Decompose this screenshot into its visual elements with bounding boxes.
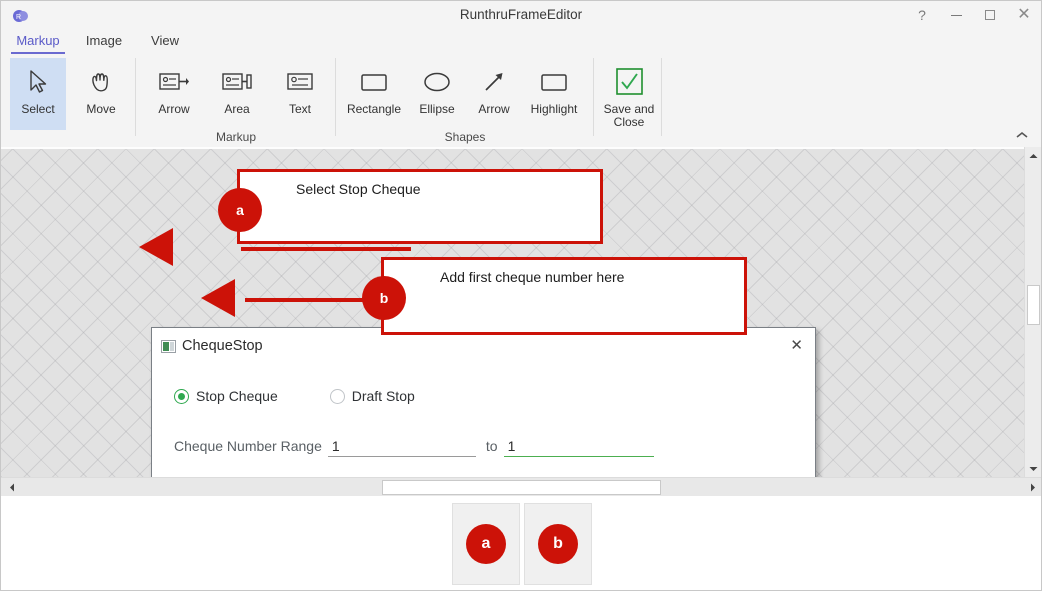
close-button[interactable]: ✕ (1007, 1, 1041, 29)
thumbnail-b-badge: b (538, 523, 578, 564)
radio-stop-cheque[interactable] (174, 388, 189, 404)
markup-text-label: Text (288, 102, 311, 116)
radio-stop-cheque-label: Stop Cheque (196, 388, 278, 404)
callout-area-icon (221, 62, 253, 102)
markup-arrow-button[interactable]: Arrow (146, 58, 202, 130)
ribbon-group-shapes: Rectangle Ellipse Arrow Highlight Shapes (336, 54, 594, 147)
thumbnail-a[interactable]: a (452, 502, 520, 585)
caret-right-icon[interactable] (1024, 478, 1041, 497)
tool-move-label: Move (86, 102, 116, 116)
vertical-scroll-thumb[interactable] (1027, 285, 1040, 325)
ellipse-icon (420, 62, 454, 102)
canvas-horizontal-scrollbar[interactable] (1, 477, 1041, 497)
ribbon-group-tools: Select Move (1, 54, 136, 147)
annotation-b-badge: b (362, 276, 406, 320)
highlight-rectangle-icon (537, 62, 571, 102)
cheque-number-range-row: Cheque Number Range 1 to 1 (174, 438, 654, 457)
hand-icon (88, 62, 114, 102)
ribbon-tabs: Markup Image View (1, 29, 1041, 55)
shape-ellipse-label: Ellipse (419, 102, 455, 116)
markup-text-button[interactable]: Text (272, 58, 328, 130)
shape-highlight-label: Highlight (530, 102, 578, 116)
shape-rectangle-button[interactable]: Rectangle (342, 58, 406, 130)
stop-type-radio-group: Stop Cheque Draft Stop (174, 388, 415, 404)
radio-draft-stop-label: Draft Stop (351, 388, 415, 404)
app-window: R RunthruFrameEditor ? ✕ Markup Image Vi… (0, 0, 1042, 591)
window-title: RunthruFrameEditor (459, 7, 583, 22)
group-divider (661, 58, 662, 136)
close-icon: ✕ (1017, 6, 1031, 23)
cheque-range-from-input[interactable]: 1 (327, 438, 476, 457)
markup-arrow-label: Arrow (158, 102, 190, 116)
thumbnail-b[interactable]: b (524, 502, 592, 585)
shape-highlight-button[interactable]: Highlight (522, 58, 586, 130)
editor-canvas[interactable]: ChequeStop ✕ Stop Cheque Draft Stop Cheq… (1, 147, 1041, 477)
tool-select-button[interactable]: Select (10, 58, 66, 130)
annotation-a-connector (241, 247, 411, 251)
maximize-icon (985, 10, 995, 20)
callout-arrow-icon (158, 62, 190, 102)
window-controls: ? ✕ (905, 1, 1041, 29)
chevron-up-icon[interactable] (1015, 129, 1029, 141)
radio-draft-stop[interactable] (329, 388, 345, 404)
green-checkmark-icon (613, 62, 645, 102)
annotation-a-text: Select Stop Cheque (296, 181, 421, 197)
annotation-a-badge: a (218, 188, 262, 232)
thumbnail-a-badge: a (466, 523, 506, 564)
chequestop-close-icon[interactable]: ✕ (790, 338, 803, 353)
canvas-vertical-scrollbar[interactable] (1024, 147, 1041, 477)
annotation-b-text: Add first cheque number here (440, 269, 625, 285)
annotation-a-arrowhead (139, 228, 173, 266)
shape-arrow-label: Arrow (478, 102, 510, 116)
save-and-close-label: Save and Close (603, 102, 655, 129)
minimize-button[interactable] (939, 1, 973, 29)
chequestop-app-icon (161, 340, 176, 353)
cheque-range-to-label: to (485, 438, 498, 454)
save-and-close-button[interactable]: Save and Close (599, 58, 659, 130)
markup-group-label: Markup (215, 130, 256, 144)
arrow-line-icon (479, 62, 509, 102)
tool-select-label: Select (21, 102, 55, 116)
tab-view[interactable]: View (143, 29, 187, 54)
caret-left-icon[interactable] (3, 478, 20, 497)
captured-screenshot: ChequeStop ✕ Stop Cheque Draft Stop Cheq… (151, 327, 816, 477)
ribbon-group-markup: Arrow Area Text Markup (136, 54, 336, 147)
maximize-button[interactable] (973, 1, 1007, 29)
ribbon-group-save: Save and Close (594, 54, 662, 147)
markup-area-label: Area (224, 102, 250, 116)
ribbon-toolbar: Select Move Arrow Area Text Markup Recta… (1, 54, 1041, 148)
shape-arrow-button[interactable]: Arrow (468, 58, 520, 130)
shape-ellipse-button[interactable]: Ellipse (409, 58, 465, 130)
markup-area-button[interactable]: Area (209, 58, 265, 130)
annotation-thumbnail-strip: a b (1, 496, 1041, 590)
horizontal-scroll-thumb[interactable] (382, 480, 661, 495)
chequestop-title: ChequeStop (182, 338, 263, 354)
tab-image[interactable]: Image (79, 29, 129, 54)
caret-up-icon[interactable] (1025, 147, 1041, 164)
minimize-icon (950, 14, 962, 16)
annotation-b-callout[interactable]: b Add first cheque number here (362, 257, 747, 335)
title-bar: R RunthruFrameEditor ? ✕ (1, 1, 1041, 29)
shape-rectangle-label: Rectangle (346, 102, 402, 116)
callout-text-icon (284, 62, 316, 102)
canvas-top-border (1, 147, 1041, 149)
help-button[interactable]: ? (905, 1, 939, 29)
caret-down-icon[interactable] (1025, 460, 1041, 477)
cheque-range-to-input[interactable]: 1 (503, 438, 654, 457)
cursor-arrow-icon (26, 62, 50, 102)
annotation-b-arrowhead (201, 279, 235, 317)
annotation-a-callout[interactable]: a Select Stop Cheque (218, 169, 603, 244)
rectangle-icon (357, 62, 391, 102)
tab-markup[interactable]: Markup (11, 29, 65, 54)
shapes-group-label: Shapes (444, 130, 486, 144)
cheque-range-label: Cheque Number Range (174, 438, 322, 454)
tool-move-button[interactable]: Move (73, 58, 129, 130)
